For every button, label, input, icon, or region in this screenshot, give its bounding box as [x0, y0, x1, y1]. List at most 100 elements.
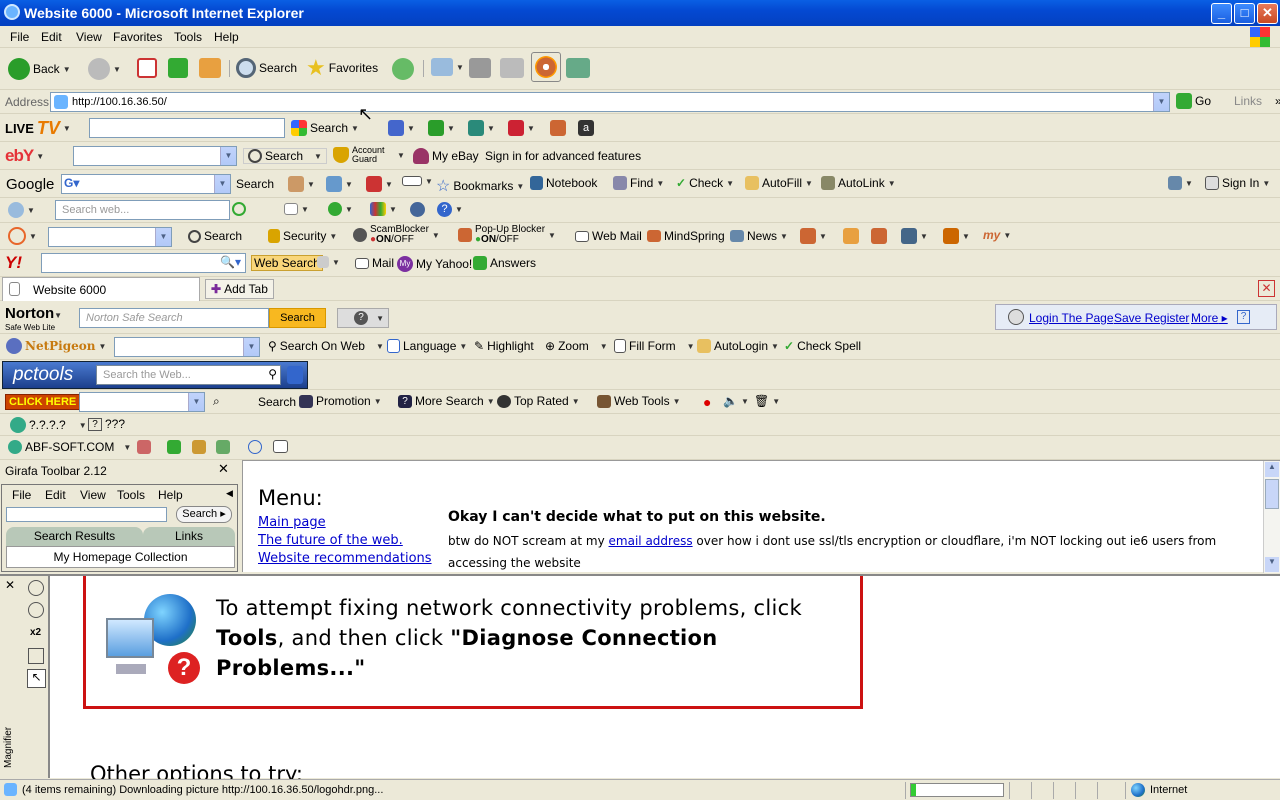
- zoom-button[interactable]: ⊕ Zoom ▼: [545, 339, 608, 353]
- google-search-button[interactable]: Search: [236, 177, 274, 191]
- girafa-tab-search-results[interactable]: Search Results: [6, 527, 143, 546]
- magnifier-zoom-out-icon[interactable]: [28, 602, 44, 618]
- google-sign-in-button[interactable]: Sign In ▼: [1205, 176, 1270, 190]
- abf-info-button[interactable]: [248, 440, 262, 454]
- earthlink-logo[interactable]: ▼: [8, 227, 37, 245]
- print-button[interactable]: [469, 58, 491, 78]
- web-help-button[interactable]: ? ▼: [437, 202, 463, 217]
- yahoo-logo[interactable]: Y!: [5, 253, 22, 273]
- livetv-logo[interactable]: LIVE TV ▼: [5, 118, 71, 139]
- girafa-menu-file[interactable]: File: [12, 488, 31, 502]
- scamblocker-button[interactable]: ScamBlocker ●ON/OFF ▼: [353, 225, 440, 245]
- security-button[interactable]: Security ▼: [268, 229, 337, 243]
- girafa-collapse-icon[interactable]: ◀: [226, 488, 233, 499]
- norton-search-input[interactable]: Norton Safe Search: [79, 308, 269, 328]
- record-button[interactable]: ●: [703, 394, 711, 410]
- norton-search-button[interactable]: Search: [269, 308, 326, 328]
- earthlink-tool-3[interactable]: [871, 228, 887, 244]
- abf-tool-1[interactable]: [137, 440, 151, 454]
- earthlink-tool-5[interactable]: ▼: [943, 228, 970, 244]
- bookmarks-button[interactable]: ☆ Bookmarks ▼: [436, 176, 524, 196]
- web-tools-button[interactable]: Web Tools ▼: [597, 394, 681, 408]
- yahoo-mail-button[interactable]: Mail: [355, 256, 394, 270]
- menu-edit[interactable]: Edit: [41, 30, 62, 44]
- google-tool-4[interactable]: ▼: [402, 176, 433, 186]
- maximize-button[interactable]: □: [1234, 3, 1255, 24]
- web-tool-1[interactable]: ▼: [284, 203, 309, 215]
- norton-help-icon[interactable]: ?: [1237, 310, 1250, 324]
- promotion-button[interactable]: Promotion ▼: [299, 394, 382, 408]
- menu-tools[interactable]: Tools: [174, 30, 202, 44]
- language-button[interactable]: Language ▼: [387, 339, 467, 353]
- vertical-scrollbar[interactable]: ▲ ▼: [1263, 461, 1280, 573]
- back-button[interactable]: Back ▼: [8, 58, 71, 80]
- pctools-options-icon[interactable]: [287, 366, 303, 384]
- edit-button[interactable]: [500, 58, 524, 78]
- menu-favorites[interactable]: Favorites: [113, 30, 162, 44]
- my-ebay-button[interactable]: My eBay: [413, 148, 479, 164]
- earthlink-tool-1[interactable]: ▼: [800, 228, 827, 244]
- scroll-down-icon[interactable]: ▼: [1265, 557, 1279, 572]
- address-dropdown-arrow[interactable]: ▼: [1153, 93, 1169, 111]
- search-on-web-button[interactable]: ⚲ Search On Web ▼: [268, 339, 384, 353]
- abf-tool-2[interactable]: [167, 440, 181, 454]
- email-address-link[interactable]: email address: [609, 534, 693, 548]
- google-search-input[interactable]: G▾ ▼: [61, 174, 231, 194]
- clickhere-logo[interactable]: CLICK HERE: [5, 394, 81, 410]
- magnifier-pointer-icon[interactable]: ↖: [27, 669, 46, 688]
- livetv-tool-3[interactable]: ▼: [468, 120, 495, 136]
- webmail-button[interactable]: Web Mail: [575, 229, 642, 243]
- clickhere-search-button[interactable]: Search: [258, 395, 296, 409]
- pctools-logo[interactable]: pctools: [13, 364, 73, 386]
- tab-website-6000[interactable]: Website 6000: [2, 277, 200, 301]
- ebay-search-button[interactable]: Search ▼: [243, 148, 327, 164]
- autolink-button[interactable]: AutoLink ▼: [821, 176, 896, 190]
- fill-form-button[interactable]: Fill Form ▼: [614, 339, 695, 353]
- netpigeon-logo[interactable]: NetPigeon ▼: [6, 338, 106, 354]
- history-button[interactable]: [392, 58, 414, 80]
- girafa-menu-help[interactable]: Help: [158, 488, 183, 502]
- pctools-search-icon[interactable]: ⚲: [268, 367, 277, 381]
- abf-tool-4[interactable]: [216, 440, 230, 454]
- livetv-search-button[interactable]: Search ▼: [291, 120, 359, 136]
- messenger-button[interactable]: [566, 58, 590, 78]
- popup-blocker-button[interactable]: Pop-Up Blocker ●ON/OFF ▼: [458, 225, 556, 245]
- misc-tool-2[interactable]: ????: [88, 417, 125, 431]
- account-guard-button[interactable]: Account Guard ▼: [333, 146, 405, 164]
- go-button[interactable]: Go: [1176, 93, 1211, 109]
- girafa-search-input[interactable]: [6, 507, 167, 522]
- magnifier-close-icon[interactable]: ✕: [5, 578, 15, 592]
- ebay-search-input[interactable]: ▼: [73, 146, 237, 166]
- notebook-button[interactable]: Notebook: [530, 176, 597, 190]
- abf-chat-button[interactable]: [273, 440, 288, 453]
- home-button[interactable]: [199, 58, 221, 78]
- abf-logo[interactable]: ABF-SOFT.COM ▼: [8, 440, 131, 454]
- netpigeon-search-input[interactable]: ▼: [114, 337, 260, 357]
- highlight-button[interactable]: ✎ Highlight: [474, 339, 534, 353]
- magnifier-fit-icon[interactable]: [28, 648, 44, 664]
- web-search-go[interactable]: [232, 202, 246, 216]
- web-tool-4[interactable]: [410, 202, 425, 217]
- pctools-search-input[interactable]: Search the Web... ⚲: [96, 365, 281, 385]
- girafa-menu-view[interactable]: View: [80, 488, 106, 502]
- minimize-button[interactable]: _: [1211, 3, 1232, 24]
- close-button[interactable]: ✕: [1257, 3, 1278, 24]
- web-search-logo[interactable]: ▼: [8, 202, 35, 218]
- yahoo-web-search-button[interactable]: Web Search: [251, 255, 323, 271]
- close-tab-icon[interactable]: ✕: [1258, 280, 1275, 297]
- girafa-search-button[interactable]: Search ▸: [176, 506, 232, 523]
- media-button[interactable]: [531, 52, 561, 82]
- yahoo-search-input[interactable]: 🔍▾: [41, 253, 246, 273]
- abf-tool-3[interactable]: [192, 440, 206, 454]
- misc-tool-1[interactable]: ?.?.?.? ▼: [10, 417, 87, 433]
- future-of-web-link[interactable]: The future of the web.: [258, 533, 403, 548]
- magnifier-zoom-in-icon[interactable]: [28, 580, 44, 596]
- favorites-button[interactable]: ★ Favorites: [306, 57, 378, 79]
- web-tool-3[interactable]: ▼: [370, 202, 397, 216]
- clickhere-search-input[interactable]: ▼: [79, 392, 205, 412]
- google-logo[interactable]: Google: [6, 176, 54, 193]
- binoculars-icon[interactable]: ⌕: [213, 394, 220, 409]
- livetv-tool-2[interactable]: ▼: [428, 120, 455, 136]
- refresh-button[interactable]: [168, 58, 188, 78]
- my-yahoo-button[interactable]: My My Yahoo!: [397, 256, 472, 272]
